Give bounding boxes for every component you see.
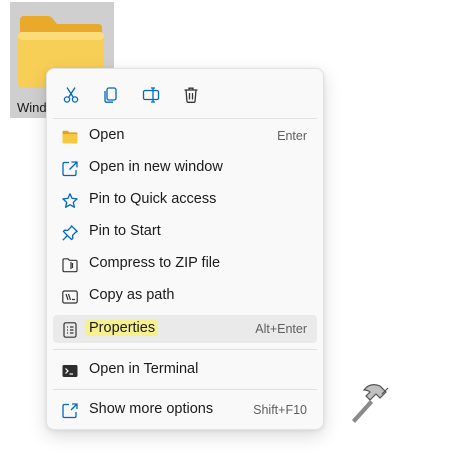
- menu-item-label: Open in Terminal: [89, 361, 199, 377]
- menu-item-label: Open in new window: [89, 159, 223, 175]
- menu-item-pin-start[interactable]: Pin to Start: [53, 218, 317, 246]
- menu-item-open-new-window[interactable]: Open in new window: [53, 154, 317, 182]
- more-options-icon: [61, 402, 79, 420]
- menu-item-shortcut: Shift+F10: [253, 403, 307, 417]
- pin-icon: [61, 224, 79, 242]
- copy-path-icon: [61, 288, 79, 306]
- menu-toolbar: [47, 77, 323, 113]
- terminal-icon: [61, 362, 79, 380]
- menu-item-show-more-options[interactable]: Show more options Shift+F10: [53, 396, 317, 424]
- menu-item-copy-path[interactable]: Copy as path: [53, 282, 317, 310]
- open-new-window-icon: [61, 160, 79, 178]
- menu-item-shortcut: Enter: [277, 129, 307, 143]
- copy-icon: [104, 87, 117, 103]
- zip-icon: [61, 256, 79, 274]
- menu-item-label: Pin to Quick access: [89, 191, 217, 207]
- delete-icon: [184, 87, 198, 103]
- delete-button[interactable]: [175, 79, 207, 111]
- properties-icon: [61, 321, 79, 339]
- rename-icon: [142, 87, 160, 103]
- menu-item-label: Show more options: [89, 401, 214, 417]
- menu-item-label: Compress to ZIP file: [89, 255, 221, 271]
- rename-button[interactable]: [135, 79, 167, 111]
- menu-item-label: Copy as path: [89, 287, 175, 303]
- menu-item-shortcut: Alt+Enter: [255, 322, 307, 336]
- menu-item-properties[interactable]: Properties Alt+Enter: [53, 315, 317, 343]
- star-icon: [61, 192, 79, 210]
- menu-item-label: Open: [89, 127, 125, 143]
- hammer-logo-icon: [352, 384, 389, 423]
- separator: [53, 389, 317, 390]
- menu-item-open[interactable]: Open Enter: [53, 122, 317, 150]
- copy-button[interactable]: [95, 79, 127, 111]
- menu-item-label: Pin to Start: [89, 223, 161, 239]
- separator: [53, 118, 317, 119]
- separator: [53, 349, 317, 350]
- menu-item-label: Properties: [86, 320, 159, 336]
- menu-item-pin-quick-access[interactable]: Pin to Quick access: [53, 186, 317, 214]
- cut-icon: [63, 87, 79, 103]
- context-menu: Open Enter Open in new window Pin to Qui…: [46, 68, 324, 430]
- cut-button[interactable]: [55, 79, 87, 111]
- menu-item-open-terminal[interactable]: Open in Terminal: [53, 356, 317, 384]
- folder-icon: [61, 128, 79, 146]
- menu-item-compress-zip[interactable]: Compress to ZIP file: [53, 250, 317, 278]
